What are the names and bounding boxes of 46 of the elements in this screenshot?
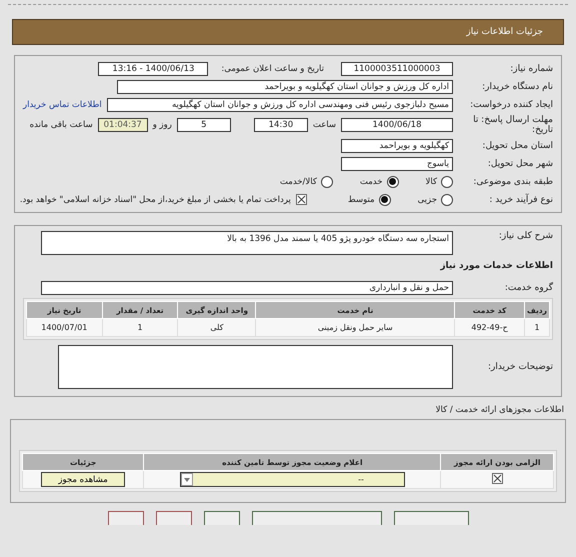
field-label: نام دستگاه خریدار: [481, 82, 553, 92]
table-cell: سایر حمل ونقل زمینی [256, 318, 455, 336]
time-label: ساعت [312, 120, 336, 130]
input-field: کهگیلویه و بویراحمد [341, 138, 453, 152]
input-field: یاسوج [341, 156, 453, 170]
input-field: 1400/06/18 [341, 118, 453, 132]
field-label: گروه خدمت: [504, 282, 553, 292]
dropdown-value: -- [357, 475, 365, 484]
input-field: 1400/06/13 - 13:16 [98, 62, 208, 76]
option-label: متوسط [348, 194, 375, 204]
option-label: کالا [426, 176, 437, 186]
input-field: استجاره سه دستگاه خودرو پژو 405 یا سمند مدل 1396 به بالا [41, 231, 453, 255]
section-heading: اطلاعات مجوزهای ارائه خدمت / کالا [434, 405, 564, 415]
days-label: روز و [152, 120, 172, 130]
table-cell: 1 [102, 318, 178, 336]
field-label: تاریخ و ساعت اعلان عمومی: [221, 64, 324, 74]
table-cell: کلی [178, 318, 256, 336]
payment-note: پرداخت تمام یا بخشی از مبلغ خرید،از محل "اسناد خزانه اسلامی" خواهد بود. [20, 194, 291, 204]
field-label: طبقه بندی موضوعی: [472, 176, 553, 186]
view-permit-button[interactable]: مشاهده مجوز [41, 472, 125, 487]
buyer-contact-link[interactable]: اطلاعات تماس خریدار [23, 100, 102, 110]
input-field: مسیح دلبازجوی رئیس فنی ومهندسی اداره کل ورزش و جوانان استان کهگیلویه [106, 98, 453, 112]
option-label: جزیی [418, 194, 437, 204]
field-label: استان محل تحویل: [481, 140, 553, 150]
input-field: 14:30 [254, 118, 308, 132]
field-label: شرح کلی نیاز: [498, 231, 553, 241]
status-dropdown[interactable]: -- [180, 472, 405, 487]
input-field: 5 [176, 118, 231, 132]
section-heading: اطلاعات خدمات مورد نیاز [440, 260, 553, 270]
table-cell: ح-49-492 [454, 318, 525, 336]
input-field: حمل و نقل و انبارداری [41, 280, 453, 294]
field-label: نوع فرآیند خرید : [488, 194, 553, 204]
field-label: توضیحات خریدار: [486, 362, 553, 372]
option-label: کالا/خدمت [280, 176, 317, 186]
remaining-label: ساعت باقی مانده [30, 120, 93, 130]
table-cell: 1400/07/01 [26, 318, 102, 336]
table-cell: 1 [524, 318, 550, 336]
page-title: جزئیات اطلاعات نیاز [466, 27, 543, 37]
input-field: 1100003511000003 [341, 62, 453, 76]
field-label: مهلت ارسال پاسخ: تا تاریخ: [472, 115, 553, 135]
input-field: 01:04:37 [98, 118, 148, 132]
field-label: شهر محل تحویل: [486, 158, 553, 168]
input-field: اداره کل ورزش و جوانان استان کهگیلویه و بویراحمد [117, 80, 453, 94]
field-label: شماره نیاز: [509, 64, 553, 74]
option-label: خدمت [360, 176, 383, 186]
field-label: ایجاد کننده درخواست: [469, 100, 553, 110]
